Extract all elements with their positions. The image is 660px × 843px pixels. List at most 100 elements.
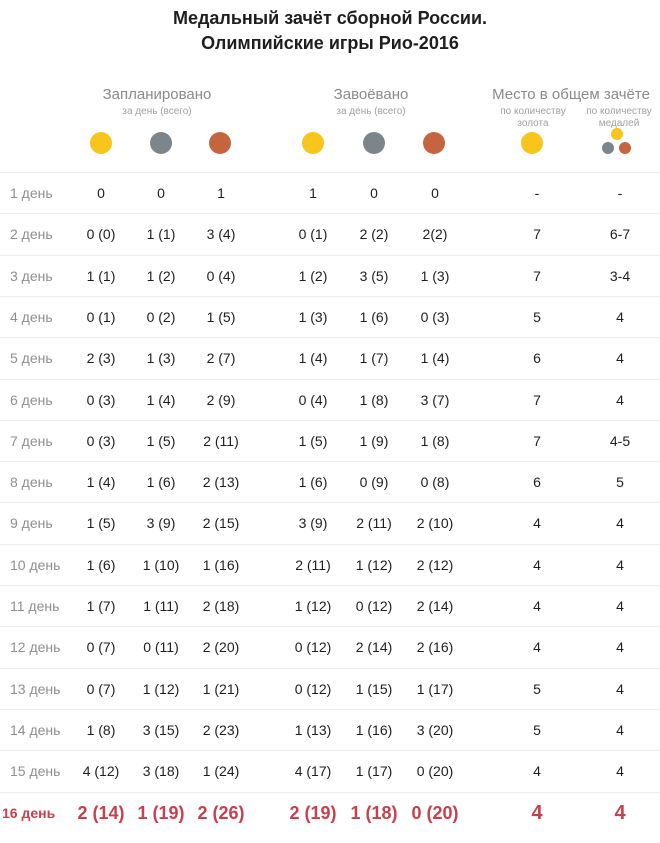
planned-gold-cell: 1 (5)	[86, 515, 116, 532]
planned-bronze-cell: 2 (20)	[202, 639, 240, 656]
won-gold-cell: 1 (13)	[294, 721, 332, 738]
planned-bronze-cell: 1 (24)	[202, 763, 240, 780]
rank-total-cell: 4	[616, 308, 624, 325]
rank-gold-cell: 4	[533, 763, 541, 780]
won-silver-cell: 1 (12)	[355, 556, 393, 573]
day-label: 1 день	[10, 185, 53, 201]
planned-bronze-cell: 2 (26)	[197, 802, 245, 823]
won-bronze-cell: 3 (20)	[416, 721, 454, 738]
rank-total-cell: 4	[616, 721, 624, 738]
won-silver-cell: 2 (14)	[355, 639, 393, 656]
gold-medal-icon	[521, 132, 543, 154]
won-bronze-cell: 3 (7)	[420, 391, 450, 408]
won-bronze-cell: 0 (20)	[411, 802, 459, 823]
won-gold-cell: 0 (1)	[298, 226, 328, 243]
rank-total-cell: 6-7	[609, 226, 631, 243]
won-gold-cell: 2 (11)	[295, 556, 331, 573]
won-gold-cell: 1 (3)	[298, 308, 328, 325]
planned-silver-cell: 0 (11)	[143, 639, 179, 656]
planned-silver-cell: 1 (1)	[146, 226, 176, 243]
planned-gold-cell: 0 (0)	[86, 226, 116, 243]
rank-total-cell: 4	[616, 350, 624, 367]
planned-silver-cell: 0 (2)	[146, 308, 176, 325]
rank-gold-cell: 7	[533, 267, 541, 284]
won-silver-cell: 0 (9)	[359, 474, 389, 491]
planned-bronze-cell: 3 (4)	[206, 226, 236, 243]
planned-silver-cell: 1 (6)	[146, 474, 176, 491]
won-bronze-cell: 2(2)	[422, 226, 448, 243]
planned-silver-cell: 1 (5)	[146, 432, 176, 449]
planned-gold-cell: 1 (7)	[86, 598, 116, 614]
planned-bronze-cell: 2 (7)	[206, 350, 236, 367]
planned-gold-cell: 0	[97, 185, 105, 201]
won-bronze-cell: 2 (12)	[416, 556, 454, 573]
day-label: 12 день	[10, 639, 61, 656]
won-header: Завоёвано	[333, 86, 409, 103]
planned-gold-cell: 0 (3)	[86, 432, 116, 449]
won-silver-cell: 2 (2)	[359, 226, 389, 243]
rank-gold-cell: 6	[533, 350, 541, 367]
day-label: 8 день	[10, 474, 53, 491]
planned-silver-cell: 3 (18)	[142, 763, 180, 780]
won-gold-cell: 1 (2)	[298, 267, 328, 284]
planned-silver-cell: 1 (10)	[142, 556, 180, 573]
won-gold-cell: 1	[309, 185, 317, 201]
planned-silver-cell: 1 (2)	[146, 267, 176, 284]
planned-bronze-cell: 0 (4)	[206, 267, 236, 284]
day-label: 11 день	[10, 598, 60, 614]
rank-total-cell: 4	[616, 680, 624, 697]
won-subheader: за день (всего)	[336, 106, 406, 117]
planned-gold-cell: 1 (1)	[86, 267, 116, 284]
rank-total-cell: 5	[616, 474, 624, 491]
planned-bronze-cell: 2 (11)	[203, 432, 239, 449]
table-row: 15 день 4 (12) 3 (18) 1 (24) 4 (17) 1 (17) 0 (…	[0, 750, 660, 792]
planned-gold-cell: 0 (7)	[86, 680, 116, 697]
rank-gold-cell: 5	[533, 680, 541, 697]
rank-gold-cell: 7	[533, 226, 541, 243]
gold-medal-icon	[302, 132, 324, 154]
won-silver-cell: 0 (12)	[355, 598, 393, 614]
won-bronze-cell: 2 (14)	[416, 598, 454, 614]
planned-gold-cell: 0 (7)	[86, 639, 116, 656]
planned-gold-cell: 2 (14)	[77, 802, 125, 823]
gold-medal-small-icon	[611, 128, 623, 140]
table-row: 9 день 1 (5) 3 (9) 2 (15) 3 (9) 2 (11) 2 (10) 4…	[0, 502, 660, 544]
planned-bronze-cell: 1 (5)	[206, 308, 236, 325]
won-bronze-cell: 1 (4)	[420, 350, 450, 367]
planned-gold-cell: 4 (12)	[82, 763, 120, 780]
rank-gold-cell: 4	[533, 598, 541, 614]
won-silver-cell: 1 (9)	[359, 432, 389, 449]
table-row: 6 день 0 (3) 1 (4) 2 (9) 0 (4) 1 (8) 3 (7) 7 4	[0, 378, 660, 421]
planned-gold-cell: 0 (3)	[86, 391, 116, 408]
table-row: 2 день 0 (0) 1 (1) 3 (4) 0 (1) 2 (2) 2(2) 7 6-7	[0, 213, 660, 255]
table-row: 10 день 1 (6) 1 (10) 1 (16) 2 (11) 1 (12) 2 (1…	[0, 543, 660, 586]
won-silver-cell: 2 (11)	[356, 515, 392, 532]
silver-medal-icon	[150, 132, 172, 154]
won-gold-cell: 1 (4)	[298, 350, 328, 367]
rank-total-cell: 4	[616, 763, 624, 780]
rank-gold-cell: 5	[533, 721, 541, 738]
planned-gold-cell: 2 (3)	[86, 350, 116, 367]
planned-header: Запланировано	[102, 86, 212, 103]
table-row: 12 день 0 (7) 0 (11) 2 (20) 0 (12) 2 (14) 2 (1…	[0, 626, 660, 668]
won-bronze-cell: 2 (10)	[416, 515, 454, 532]
planned-silver-cell: 3 (15)	[142, 721, 180, 738]
day-label: 9 день	[10, 515, 53, 532]
planned-bronze-cell: 1	[217, 185, 225, 201]
won-gold-cell: 0 (12)	[294, 639, 332, 656]
gold-medal-icon	[90, 132, 112, 154]
rank-total-cell: 4	[616, 556, 624, 573]
rank-total-cell: -	[617, 185, 623, 201]
rank-gold-cell: 4	[533, 556, 541, 573]
won-gold-cell: 0 (4)	[298, 391, 328, 408]
table-row: 5 день 2 (3) 1 (3) 2 (7) 1 (4) 1 (7) 1 (4) 6 4	[0, 337, 660, 379]
rank-total-cell: 4	[616, 598, 624, 614]
place-gold-sub-2: золота	[517, 118, 549, 129]
silver-medal-small-icon	[602, 142, 614, 154]
planned-gold-cell: 1 (4)	[86, 474, 116, 491]
planned-gold-cell: 1 (8)	[86, 721, 116, 738]
place-total-sub-1: по количеству	[586, 106, 652, 117]
won-silver-cell: 3 (5)	[359, 267, 389, 284]
day-label: 4 день	[10, 308, 53, 325]
rank-gold-cell: 7	[533, 432, 541, 449]
